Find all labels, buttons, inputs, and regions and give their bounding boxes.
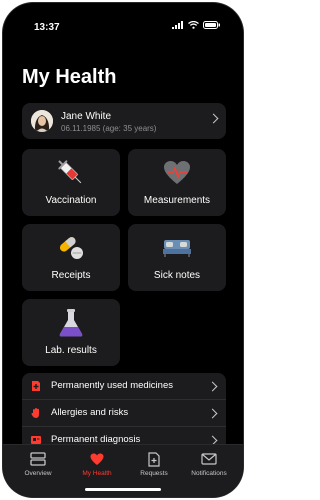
list-item-label: Allergies and risks <box>51 407 129 418</box>
tab-label: Overview <box>24 470 52 477</box>
chevron-right-icon <box>207 408 218 419</box>
health-list: Permanently used medicines Allergies and… <box>22 373 226 453</box>
list-item-medicines[interactable]: Permanently used medicines <box>22 373 226 400</box>
tile-lab-results[interactable]: Lab. results <box>22 299 120 366</box>
tab-label: Requests <box>140 470 168 477</box>
requests-icon <box>148 451 160 467</box>
tile-label: Lab. results <box>45 345 97 356</box>
chevron-right-icon <box>208 113 219 124</box>
medicine-icon <box>32 381 40 391</box>
heart-pulse-icon <box>164 161 190 184</box>
pills-icon <box>59 237 83 259</box>
phone-screen: 13:37 My Health Jane White 06.11.1985 (a… <box>3 3 243 497</box>
tab-requests[interactable]: Requests <box>129 451 179 477</box>
tab-notifications[interactable]: Notifications <box>184 451 234 477</box>
avatar <box>31 110 53 132</box>
page-title: My Health <box>22 66 117 88</box>
tile-receipts[interactable]: Receipts <box>22 224 120 291</box>
tile-sick-notes[interactable]: Sick notes <box>128 224 226 291</box>
tab-label: My Health <box>82 470 112 477</box>
wifi-icon <box>188 21 199 29</box>
home-indicator[interactable] <box>85 488 161 491</box>
mail-icon <box>201 453 217 465</box>
tab-my-health[interactable]: My Health <box>72 451 122 477</box>
tile-measurements[interactable]: Measurements <box>128 149 226 216</box>
status-icons <box>172 21 221 29</box>
overview-icon <box>30 452 46 466</box>
list-item-label: Permanently used medicines <box>51 380 173 391</box>
list-item-allergies[interactable]: Allergies and risks <box>22 400 226 427</box>
hand-icon <box>31 408 39 418</box>
tab-overview[interactable]: Overview <box>13 451 63 477</box>
signal-icon <box>172 21 183 29</box>
tab-bar: Overview My Health Requests Notification… <box>3 444 243 497</box>
tile-label: Receipts <box>51 270 91 281</box>
chevron-right-icon <box>207 381 218 392</box>
tile-label: Sick notes <box>153 270 201 281</box>
battery-icon <box>203 21 220 29</box>
flask-icon <box>59 309 83 337</box>
tile-label: Measurements <box>143 195 211 206</box>
status-bar: 13:37 <box>3 3 243 43</box>
profile-details: 06.11.1985 (age: 35 years) <box>61 124 157 133</box>
notch <box>63 3 183 27</box>
tab-label: Notifications <box>191 470 227 477</box>
status-time: 13:37 <box>34 22 60 33</box>
profile-name: Jane White <box>61 111 112 122</box>
tile-label: Vaccination <box>45 195 97 206</box>
profile-card[interactable]: Jane White 06.11.1985 (age: 35 years) <box>22 103 226 139</box>
bed-icon <box>163 240 191 257</box>
heart-icon <box>90 453 104 465</box>
tile-vaccination[interactable]: Vaccination <box>22 149 120 216</box>
syringe-icon <box>58 160 82 184</box>
